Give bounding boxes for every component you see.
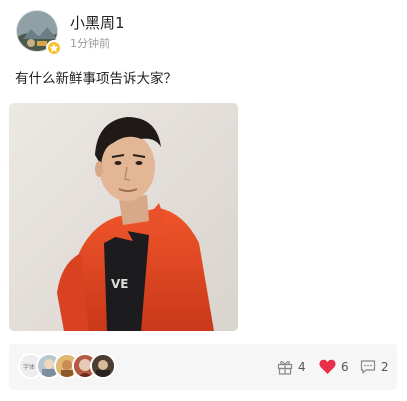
vip-star-icon [46,40,62,56]
post-photo[interactable]: VE [9,103,238,331]
post-timestamp: 1分钟前 [70,37,110,50]
svg-text:字体: 字体 [23,363,35,371]
gift-stat[interactable]: 4 [277,358,306,376]
comment-icon [360,360,376,374]
comment-count: 2 [381,360,389,374]
like-stat[interactable]: 6 [319,358,349,376]
svg-text:VE: VE [111,277,128,291]
author-name[interactable]: 小黑周1 [70,12,125,33]
gift-icon [277,361,293,375]
comment-stat[interactable]: 2 [360,358,389,376]
post-header: 小黑周1 1分钟前 [14,8,394,56]
post-text: 有什么新鲜事项告诉大家？ [15,71,177,87]
author-avatar[interactable] [14,8,62,56]
post-footer: 字体 4 6 2 [9,344,397,390]
liker-avatar[interactable] [90,353,116,379]
gift-count: 4 [298,360,306,374]
heart-icon [319,359,336,374]
like-count: 6 [341,360,349,374]
